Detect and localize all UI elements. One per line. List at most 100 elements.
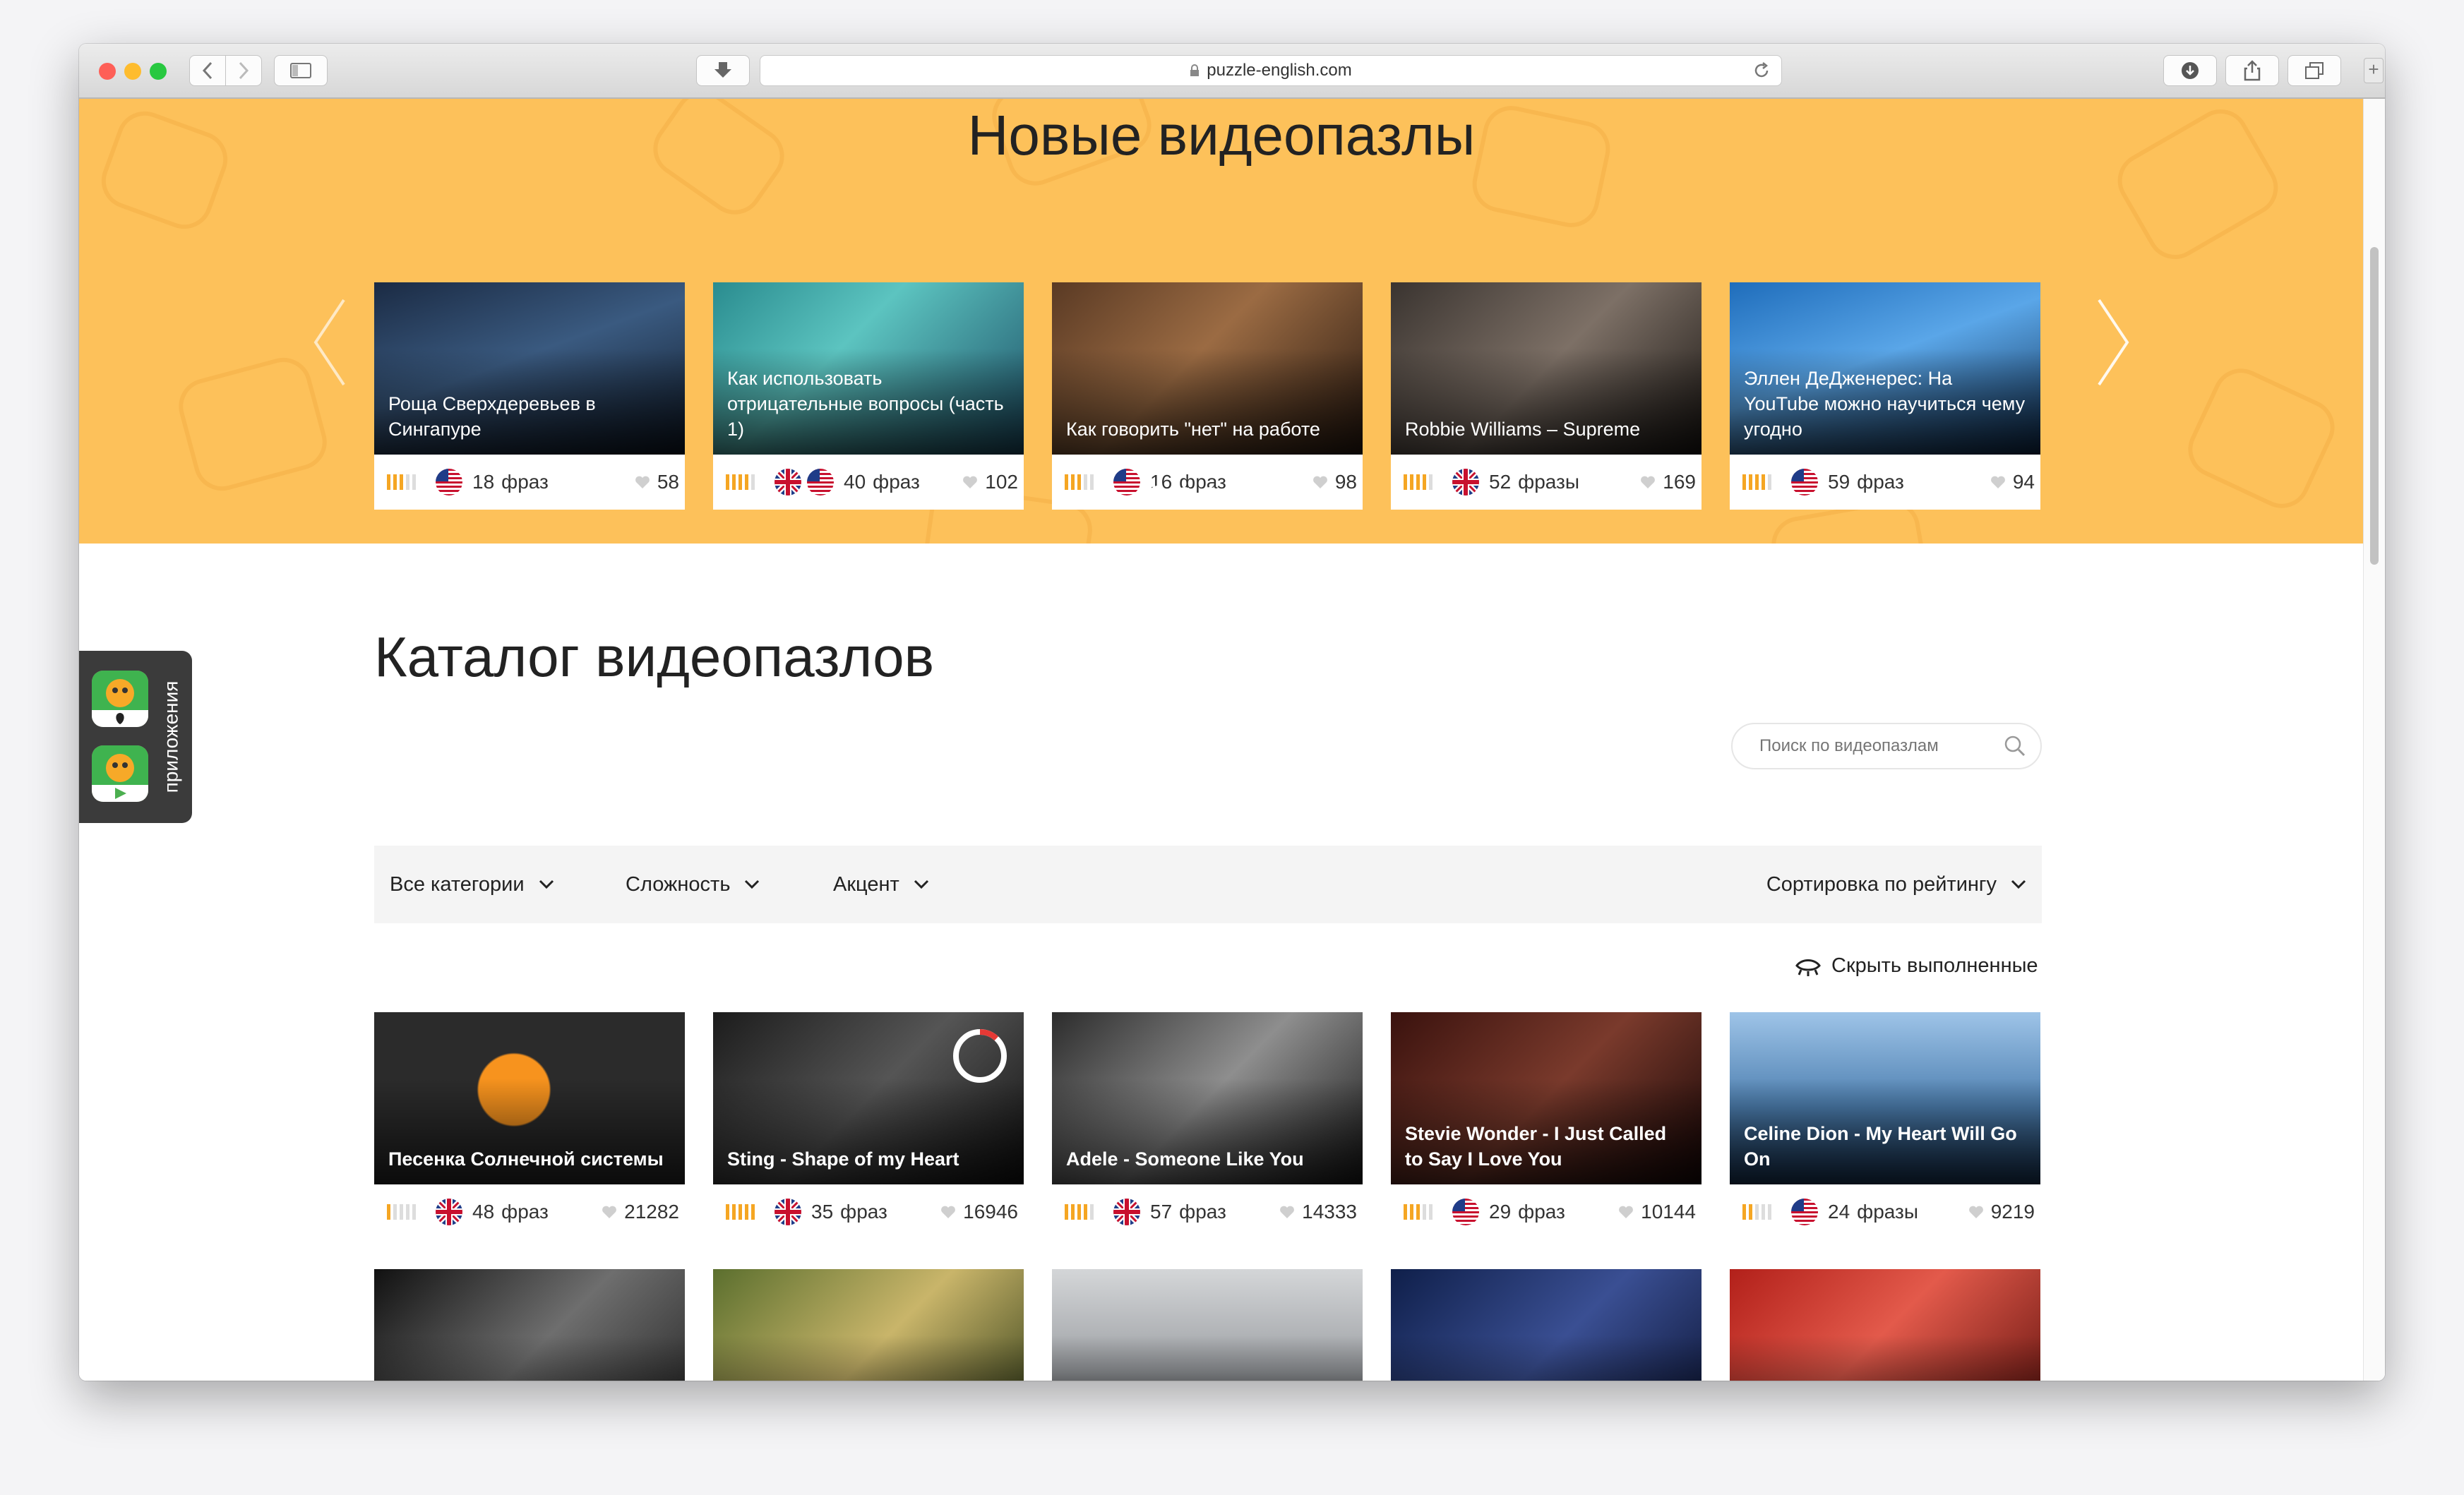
category-filter-dropdown[interactable]: Все категории <box>390 846 554 923</box>
difficulty-bar <box>1423 1204 1426 1220</box>
difficulty-filter-dropdown[interactable]: Сложность <box>626 846 760 923</box>
carousel-dot[interactable] <box>1177 487 1192 503</box>
video-thumbnail[interactable]: Stevie Wonder - I Just Called to Say I L… <box>1391 1012 1702 1184</box>
video-title[interactable]: Robbie Williams – Supreme <box>1405 416 1687 442</box>
video-card[interactable]: No Doubt - Don't Speak <box>713 1269 1024 1381</box>
sidebar-toggle-button[interactable] <box>274 55 328 86</box>
video-card[interactable]: Методика "слушай и отвечай" <box>1052 1269 1363 1381</box>
extension-button[interactable] <box>696 55 750 86</box>
video-card[interactable]: Как говорить "нет" на работе 16 фраз 98 <box>1052 282 1363 510</box>
video-title[interactable]: Эллен ДеДженерес: На YouTube можно научи… <box>1744 366 2026 442</box>
video-card[interactable]: Песенка Солнечной системы 48 фраз 21282 <box>374 1012 685 1239</box>
heart-icon[interactable] <box>1279 1205 1295 1219</box>
carousel-dot[interactable] <box>1228 487 1243 503</box>
video-thumbnail[interactable]: Эллен ДеДженерес: На YouTube можно научи… <box>1730 282 2040 455</box>
address-bar[interactable]: puzzle-english.com <box>760 55 1782 86</box>
page-scrollbar[interactable] <box>2363 99 2385 1381</box>
uk-flag-icon <box>1113 1199 1140 1225</box>
accent-filter-dropdown[interactable]: Акцент <box>833 846 929 923</box>
video-thumbnail[interactable]: Методика "слушай и отвечай" <box>1052 1269 1363 1381</box>
heart-icon[interactable] <box>602 1205 617 1219</box>
video-title[interactable]: Песенка Солнечной системы <box>388 1146 671 1172</box>
accent-filter-label: Акцент <box>833 872 899 896</box>
video-thumbnail[interactable]: Как говорить "нет" на работе <box>1052 282 1363 455</box>
video-title[interactable]: Методика "слушай и отвечай" <box>1066 1378 1348 1381</box>
difficulty-bar <box>1742 1204 1746 1220</box>
video-thumbnail[interactable]: The Beatles - Yesterday <box>374 1269 685 1381</box>
video-thumbnail[interactable]: Sting - Shape of my Heart <box>713 1012 1024 1184</box>
scrollbar-thumb[interactable] <box>2370 247 2379 565</box>
video-title[interactable]: Adele - Someone Like You <box>1066 1146 1348 1172</box>
hide-completed-label: Скрыть выполненные <box>1831 954 2038 977</box>
android-app-icon[interactable] <box>92 745 148 802</box>
ios-app-icon[interactable] <box>92 671 148 727</box>
video-card[interactable]: Sting - Shape of my Heart 35 фраз 16946 <box>713 1012 1024 1239</box>
lock-icon <box>1190 64 1200 76</box>
search-input[interactable] <box>1758 736 2004 757</box>
video-card[interactable]: Whitney Houston – I will always love you <box>1391 1269 1702 1381</box>
heart-icon[interactable] <box>1968 1205 1984 1219</box>
apps-side-tab[interactable]: приложения <box>79 651 192 823</box>
video-thumbnail[interactable]: No Doubt - Don't Speak <box>713 1269 1024 1381</box>
video-card[interactable]: Celine Dion - My Heart Will Go On 24 фразы… <box>1730 1012 2040 1239</box>
video-card[interactable]: Роща Сверхдеревьев в Сингапуре 18 фраз 58 <box>374 282 685 510</box>
video-title[interactable]: Как говорить "нет" на работе <box>1066 416 1348 442</box>
downloads-button[interactable] <box>2163 55 2217 86</box>
difficulty-bar <box>1090 1204 1094 1220</box>
search-icon[interactable] <box>2004 735 2026 757</box>
video-thumbnail[interactable]: Adele - Someone Like You <box>1052 1012 1363 1184</box>
zoom-window-button[interactable] <box>150 63 167 80</box>
video-card[interactable]: The Beatles - Yesterday <box>374 1269 685 1381</box>
difficulty-filter-label: Сложность <box>626 872 731 896</box>
carousel-dot[interactable] <box>1149 486 1167 504</box>
minimize-window-button[interactable] <box>124 63 141 80</box>
video-thumbnail[interactable]: Celine Dion - My Heart Will Go On <box>1730 1012 2040 1184</box>
difficulty-indicator <box>1404 1204 1433 1220</box>
video-card[interactable]: Эллен ДеДженерес: На YouTube можно научи… <box>1730 282 2040 510</box>
video-thumbnail[interactable]: Роща Сверхдеревьев в Сингапуре <box>374 282 685 455</box>
video-title[interactable]: Роща Сверхдеревьев в Сингапуре <box>388 391 671 442</box>
new-tab-button[interactable]: + <box>2364 58 2384 83</box>
video-thumbnail[interactable]: Harrison Craig - победитель "The Voice" … <box>1730 1269 2040 1381</box>
video-thumbnail[interactable]: Как использовать отрицательные вопросы (… <box>713 282 1024 455</box>
chevron-down-icon <box>914 879 928 889</box>
sort-dropdown[interactable]: Сортировка по рейтингу <box>1766 846 2026 923</box>
video-title[interactable]: Harrison Craig - победитель "The Voice" … <box>1744 1378 2026 1381</box>
carousel-prev-arrow-icon[interactable] <box>312 296 347 388</box>
heart-icon[interactable] <box>940 1205 956 1219</box>
video-title[interactable]: Whitney Houston – I will always love you <box>1405 1378 1687 1381</box>
video-card[interactable]: Как использовать отрицательные вопросы (… <box>713 282 1024 510</box>
video-title[interactable]: Sting - Shape of my Heart <box>727 1146 1010 1172</box>
video-card[interactable]: Adele - Someone Like You 57 фраз 14333 <box>1052 1012 1363 1239</box>
back-button[interactable] <box>189 55 226 86</box>
tabs-overview-button[interactable] <box>2287 55 2341 86</box>
catalog-search[interactable] <box>1731 723 2042 769</box>
video-title[interactable]: Celine Dion - My Heart Will Go On <box>1744 1121 2026 1172</box>
video-thumbnail[interactable]: Robbie Williams – Supreme <box>1391 282 1702 455</box>
hide-completed-toggle[interactable]: Скрыть выполненные <box>1795 954 2038 978</box>
difficulty-bar <box>1065 1204 1068 1220</box>
video-card[interactable]: Stevie Wonder - I Just Called to Say I L… <box>1391 1012 1702 1239</box>
carousel-dot[interactable] <box>1253 487 1269 503</box>
share-icon <box>2244 60 2261 81</box>
video-thumbnail[interactable]: Песенка Солнечной системы <box>374 1012 685 1184</box>
carousel-next-arrow-icon[interactable] <box>2095 296 2131 388</box>
video-title[interactable]: Stevie Wonder - I Just Called to Say I L… <box>1405 1121 1687 1172</box>
video-card[interactable]: Robbie Williams – Supreme 52 фразы 169 <box>1391 282 1702 510</box>
difficulty-bar <box>393 1204 397 1220</box>
close-window-button[interactable] <box>99 63 116 80</box>
download-circle-icon <box>2182 62 2199 79</box>
difficulty-bar <box>406 1204 409 1220</box>
video-thumbnail[interactable]: Whitney Houston – I will always love you <box>1391 1269 1702 1381</box>
carousel-dot[interactable] <box>1279 487 1294 503</box>
video-title[interactable]: Как использовать отрицательные вопросы (… <box>727 366 1010 442</box>
reload-icon[interactable] <box>1752 61 1771 80</box>
apps-tab-label: приложения <box>160 680 182 793</box>
chevron-down-icon <box>745 879 760 889</box>
forward-button[interactable] <box>225 55 262 86</box>
carousel-dot[interactable] <box>1202 487 1218 503</box>
heart-icon[interactable] <box>1618 1205 1634 1219</box>
sort-label: Сортировка по рейтингу <box>1766 872 1997 896</box>
share-button[interactable] <box>2225 55 2279 86</box>
video-card[interactable]: Harrison Craig - победитель "The Voice" … <box>1730 1269 2040 1381</box>
